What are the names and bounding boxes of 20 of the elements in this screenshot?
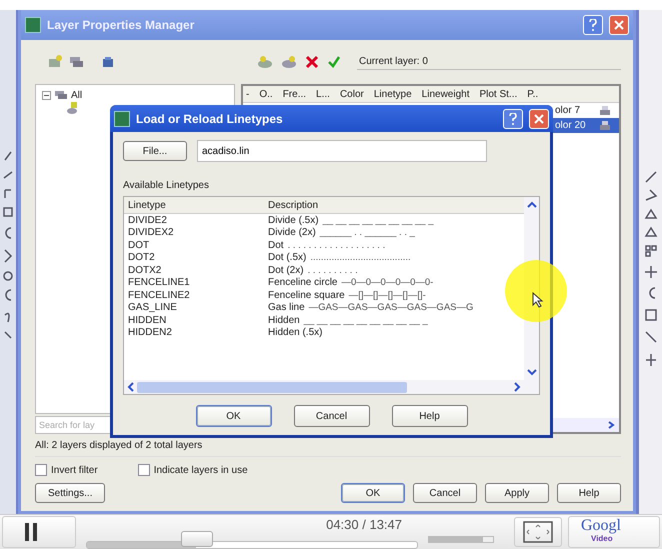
checkbox-label: Indicate layers in use [154, 464, 248, 476]
linetype-pattern: —GAS—GAS—GAS—GAS—GAS—G [308, 302, 474, 314]
current-layer-label: Current layer: 0 [357, 54, 621, 70]
linetype-pattern: —[]—[]—[]—[]—[]- [348, 290, 426, 301]
section-label: Available Linetypes [123, 180, 210, 193]
window-title: Layer Properties Manager [47, 18, 194, 32]
linetype-pattern: —0—0—0—0—0—0- [341, 277, 434, 288]
time-display: 04:30 / 13:47 [326, 517, 402, 532]
linetype-pattern: __ __ __ __ __ __ __ __ _ [322, 214, 434, 226]
linetype-pattern: __ __ __ __ __ __ __ __ __ _ [304, 314, 428, 326]
checkbox-label: Invert filter [51, 464, 98, 476]
table-cell-text: olor 7 [555, 105, 582, 116]
linetype-pattern: ...................................... [310, 252, 411, 264]
dialog-title: Load or Reload Linetypes [136, 112, 283, 126]
table-cell-text: olor 20 [555, 120, 587, 131]
logo-subtext: Video [591, 534, 613, 543]
linetype-pattern: . . . . . . . . . . [308, 264, 358, 276]
logo-text: Googl [581, 517, 621, 534]
linetype-pattern: . . . . . . . . . . . . . . . . . . . [288, 240, 386, 251]
linetype-pattern: ______ . . ______ . . _ [320, 227, 415, 238]
